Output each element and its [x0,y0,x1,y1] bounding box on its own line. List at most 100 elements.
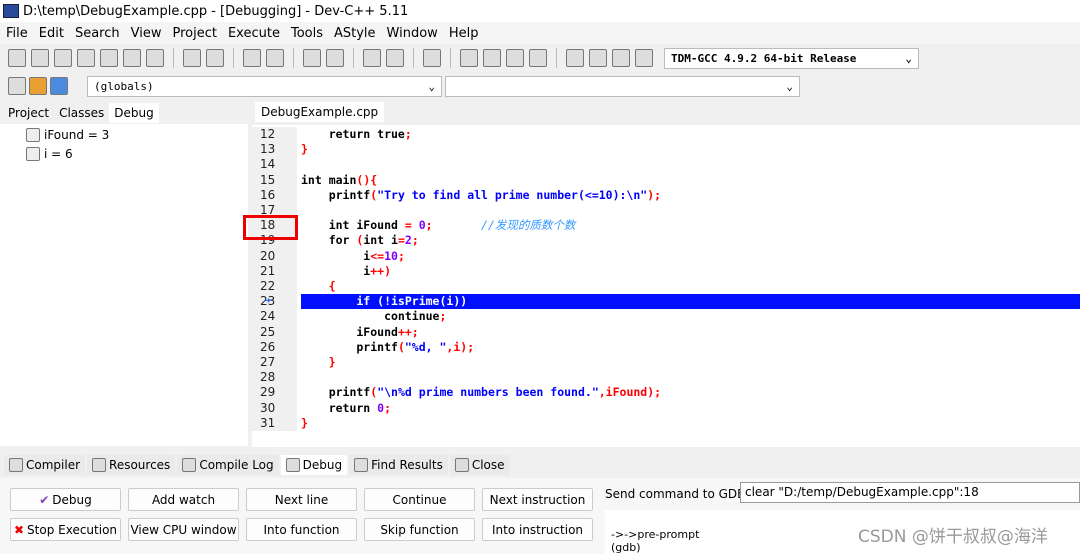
scope-select[interactable]: (globals) ⌄ [87,75,442,97]
code-token-number: 2 [404,233,412,248]
check-icon[interactable] [566,49,584,67]
open-icon[interactable] [31,49,49,67]
close-icon [454,458,469,472]
gdb-command-input[interactable]: clear "D:/temp/DebugExample.cpp":18 [740,482,1080,503]
code-editor[interactable]: 12 return true; 13} 14 15 int main(){16 prin… [252,125,1080,447]
tab-label: Find Results [371,458,443,472]
watch-item[interactable]: iFound = 3 [26,128,109,142]
code-token-symbol: (){ [356,172,378,187]
watch-item[interactable]: i = 6 [26,147,73,161]
save-all-icon[interactable] [77,49,95,67]
button-label: Next line [274,492,329,507]
gdb-command-value: clear "D:/temp/DebugExample.cpp":18 [745,485,979,499]
menu-tools[interactable]: Tools [285,26,328,41]
goto-icon[interactable] [8,77,26,95]
watch-variable-icon [26,128,40,142]
next-instruction-button[interactable]: Next instruction [482,488,593,511]
new-icon[interactable] [8,49,26,67]
stop-execution-button[interactable]: ✖ Stop Execution [10,518,121,541]
continue-button[interactable]: Continue [364,488,475,511]
execution-arrow-icon: ➜ [264,294,271,308]
code-token-number: 10 [384,248,398,263]
window-icon[interactable] [483,49,501,67]
menu-bar: File Edit Search View Project Execute Tools ASt… [0,22,1080,44]
code-line: return 0; [301,401,1080,416]
left-panel-tabs: Project Classes Debug [3,103,159,123]
code-line: return true; [301,127,1080,142]
code-token-symbol: } [301,142,308,157]
menu-view[interactable]: View [125,26,167,41]
menu-file[interactable]: File [0,26,33,41]
comment-icon[interactable] [423,49,441,67]
button-label: Into instruction [491,522,584,537]
indent-icon[interactable] [303,49,321,67]
button-label: Into function [263,522,340,537]
replace-icon[interactable] [266,49,284,67]
stop-icon[interactable] [589,49,607,67]
line-number: 24 [252,309,297,325]
compiler-select[interactable]: TDM-GCC 4.9.2 64-bit Release ⌄ [664,47,919,69]
unindent-icon[interactable] [326,49,344,67]
line-number: 12 [252,127,297,143]
bottom-tab-close[interactable]: Close [449,455,510,475]
next-line-button[interactable]: Next line [246,488,357,511]
close-all-icon[interactable] [123,49,141,67]
menu-edit[interactable]: Edit [33,26,69,41]
code-token-symbol: ( [397,339,405,354]
undo-icon[interactable] [183,49,201,67]
gdb-command-label: Send command to GDB: [605,487,750,501]
code-token-string: "%d, " [404,339,447,354]
button-label: Skip function [380,522,459,537]
debug-button[interactable]: ✔ Debug [10,488,121,511]
save-icon[interactable] [54,49,72,67]
bottom-tab-compile-log[interactable]: Compile Log [177,455,279,475]
project-new-icon[interactable] [460,49,478,67]
view-cpu-window-button[interactable]: View CPU window [128,518,239,541]
code-token-symbol: ,i); [446,339,475,354]
bottom-tab-compiler[interactable]: Compiler [4,455,86,475]
scope-select-value: (globals) [94,79,154,93]
menu-execute[interactable]: Execute [222,26,285,41]
check-icon [285,458,300,472]
menu-project[interactable]: Project [166,26,221,41]
tab-classes[interactable]: Classes [54,103,109,123]
bookmark-next-icon[interactable] [386,49,404,67]
into-function-button[interactable]: Into function [246,518,357,541]
close-icon[interactable] [100,49,118,67]
bottom-tab-find-results[interactable]: Find Results [349,455,448,475]
debug-stop-icon[interactable] [635,49,653,67]
menu-astyle[interactable]: AStyle [328,26,381,41]
chart-icon[interactable] [612,49,630,67]
print-icon[interactable] [146,49,164,67]
menu-help[interactable]: Help [443,26,484,41]
bookmark-prev-icon[interactable] [363,49,381,67]
menu-window[interactable]: Window [381,26,443,41]
check-icon: ✔ [39,492,50,507]
watch-label: i = 6 [44,147,73,161]
add-bookmark-icon[interactable] [29,77,47,95]
code-line: } [301,355,1080,370]
bottom-tab-resources[interactable]: Resources [87,455,176,475]
code-line: continue; [301,309,1080,324]
grid-icon[interactable] [529,49,547,67]
watch-tree: iFound = 3 i = 6 [0,124,248,446]
line-number: 21 [252,263,297,279]
add-watch-button[interactable]: Add watch [128,488,239,511]
bookmark-icon[interactable] [50,77,68,95]
layout-icon[interactable] [506,49,524,67]
line-number: 14 [252,157,297,173]
find-icon[interactable] [243,49,261,67]
editor-tab[interactable]: DebugExample.cpp [255,102,385,122]
menu-search[interactable]: Search [69,26,125,41]
skip-function-button[interactable]: Skip function [364,518,475,541]
code-line: i<=10; [301,249,1080,264]
tab-project[interactable]: Project [3,103,54,123]
tab-debug[interactable]: Debug [109,103,159,123]
code-line: printf("%d, ",i); [301,340,1080,355]
bottom-tab-debug[interactable]: Debug [280,455,348,475]
redo-icon[interactable] [206,49,224,67]
into-instruction-button[interactable]: Into instruction [482,518,593,541]
function-select[interactable]: ⌄ [445,75,800,97]
